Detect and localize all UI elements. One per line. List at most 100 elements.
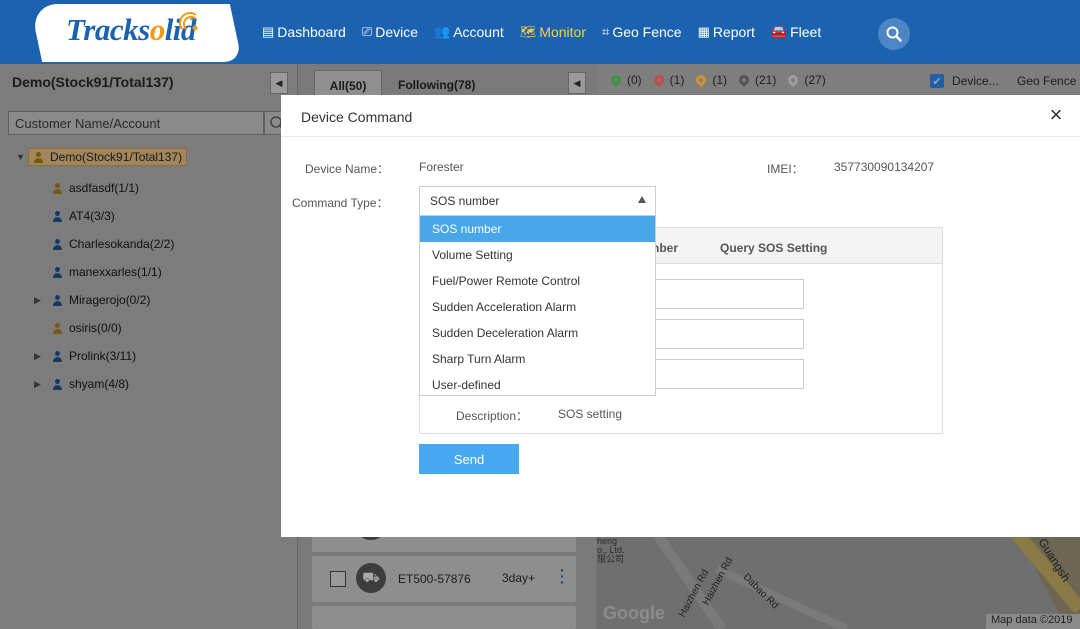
check-icon: ✔ [932,75,942,88]
device-toggle-label[interactable]: Device... [952,74,999,88]
tree-item[interactable]: ▶ Prolink(3/11) [34,346,136,366]
status-count: (21) [755,73,777,87]
tree-item-label: Charlesokanda(2/2) [69,237,175,251]
customer-search-input[interactable]: Customer Name/Account [8,111,264,135]
command-option[interactable]: Sudden Acceleration Alarm [420,294,655,320]
search-icon [886,26,902,42]
device-time: 3day+ [502,571,536,585]
nav-label: Geo Fence [612,24,682,40]
location-pin-icon [651,72,666,88]
user-orange-icon [33,151,44,163]
device-name-value: Forester [419,160,464,174]
nav-monitor[interactable]: 🗺 Monitor [520,24,586,40]
status-filter[interactable]: (21) [736,72,777,88]
status-filter[interactable]: (1) [694,72,728,88]
command-option[interactable]: Sudden Deceleration Alarm [420,320,655,346]
send-button[interactable]: Send [419,444,519,474]
map-status-bar: (0) (1) (1) (21) (27) [597,64,1080,96]
user-blue-icon [52,294,63,306]
command-option[interactable]: User-defined [420,372,655,398]
user-orange-icon [52,322,63,334]
expand-right-icon[interactable]: ▶ [34,295,46,306]
nav-fleet[interactable]: 🚘 Fleet [771,24,821,40]
imei-value: 357730090134207 [834,160,935,174]
tree-item[interactable]: ▶ Miragerojo(0/2) [34,290,150,310]
search-button[interactable] [878,18,910,50]
collapse-left-panel-button[interactable]: ◀ [270,72,288,94]
nav-report[interactable]: ▦ Report [698,24,755,40]
device-card[interactable]: ⛟ ET500-57876 3day+ · · · [312,556,576,602]
status-count: (1) [669,73,685,87]
device-card[interactable] [312,606,576,629]
user-blue-icon [52,238,63,250]
status-filter[interactable]: (27) [786,72,826,88]
tree-item-label: shyam(4/8) [69,377,130,391]
tab-following[interactable]: Following(78) [398,78,475,92]
device-checkbox[interactable] [330,571,346,587]
tree-item-label: asdfasdf(1/1) [69,181,140,195]
tab-query-sos-setting[interactable]: Query SOS Setting [720,241,827,255]
location-pin-icon [736,72,752,88]
logo-text: Tracksolid [66,12,196,47]
nav-dashboard[interactable]: ▤ Dashboard [262,24,346,40]
command-type-dropdown: SOS number Volume Setting Fuel/Power Remot… [419,215,656,396]
dialog-title: Device Command [301,109,413,125]
nav-label: Monitor [539,24,586,40]
caret-up-icon[interactable] [638,196,646,203]
sos-number-1-input[interactable] [652,279,804,309]
tree-item[interactable]: ▶ shyam(4/8) [34,374,129,394]
nav-label: Fleet [790,24,822,40]
nav-geo-fence[interactable]: ⌗ Geo Fence [602,24,682,40]
status-filter[interactable]: (0) [608,72,642,88]
user-blue-icon [52,350,63,362]
location-pin-icon [694,72,709,88]
device-name-label: Device Name： [305,162,390,176]
nav-label: Dashboard [277,24,346,40]
collapse-mid-panel-button[interactable]: ◀ [568,72,586,94]
nav-label: Report [712,24,755,40]
command-option[interactable]: Volume Setting [420,242,655,268]
tree-root-text: Demo(Stock91/Total137) [50,150,183,164]
geofence-icon: ⌗ [601,24,610,39]
account-icon: 👥 [434,24,451,39]
imei-label: IMEI： [767,162,804,176]
nav-device[interactable]: ⎚ Device [362,24,418,40]
main-nav: ▤ Dashboard ⎚ Device 👥 Account 🗺 Monitor ⌗ Geo Fe… [262,0,837,64]
device-checkbox-toggle[interactable]: ✔ [930,74,944,88]
nav-label: Account [453,24,504,40]
device-icon: ⎚ [361,24,373,39]
tree-item[interactable]: osiris(0/0) [34,318,122,338]
monitor-map-icon: 🗺 [519,24,537,39]
tree-item[interactable]: Charlesokanda(2/2) [34,234,174,254]
tree-item[interactable]: AT4(3/3) [34,206,115,226]
tree-item-label: Miragerojo(0/2) [69,293,151,307]
truck-icon: ⛟ [356,563,386,593]
user-orange-icon [52,182,63,194]
command-option[interactable]: Sharp Turn Alarm [420,346,655,372]
nav-account[interactable]: 👥 Account [434,24,504,40]
status-count: (1) [712,73,728,87]
command-type-select[interactable]: SOS number [419,186,656,216]
more-vertical-icon[interactable]: · · · [560,563,565,589]
google-logo: Google [603,603,665,623]
sos-number-3-input[interactable] [652,359,804,389]
close-icon[interactable]: × [1046,104,1066,126]
expand-right-icon[interactable]: ▶ [34,351,46,362]
tree-item-label: AT4(3/3) [69,209,115,223]
expand-right-icon[interactable]: ▶ [34,379,46,390]
report-icon: ▦ [697,24,710,39]
command-type-label: Command Type： [292,196,389,210]
tree-item[interactable]: manexxarles(1/1) [34,262,162,282]
tree-item[interactable]: asdfasdf(1/1) [34,178,139,198]
tracksolid-logo[interactable]: Tracksolid [66,12,196,48]
sos-number-2-input[interactable] [652,319,804,349]
command-option[interactable]: Fuel/Power Remote Control [420,268,655,294]
tree-item-label: Prolink(3/11) [69,349,137,363]
device-name: ET500-57876 [398,572,471,586]
expand-down-icon[interactable]: ▼ [16,152,28,162]
command-option[interactable]: SOS number [420,216,655,242]
status-filter[interactable]: (1) [651,72,685,88]
tree-root-item[interactable]: ▼ Demo(Stock91/Total137) [16,147,188,167]
status-count: (0) [627,73,642,87]
geo-fence-toggle[interactable]: Geo Fence [1017,74,1076,88]
